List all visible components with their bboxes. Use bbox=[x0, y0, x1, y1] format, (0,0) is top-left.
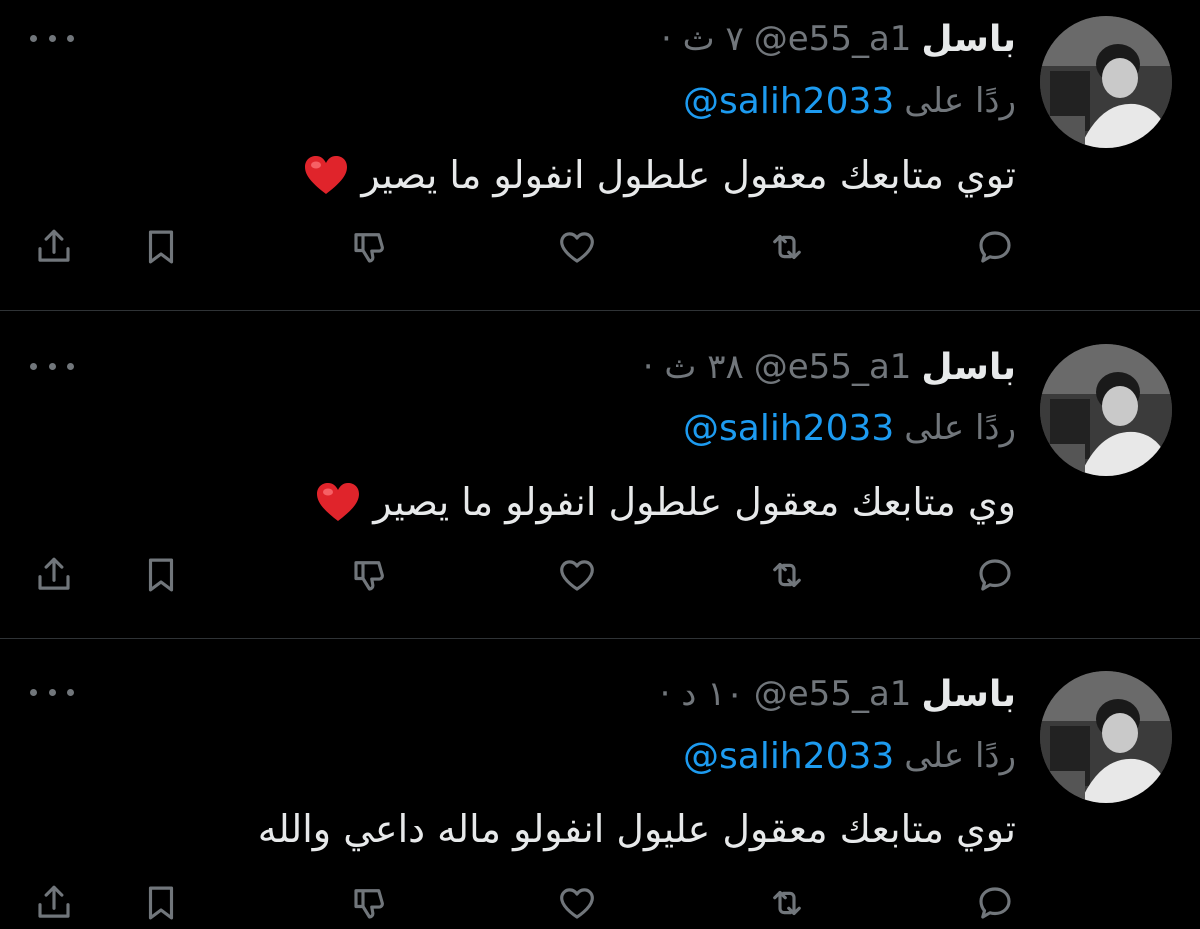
dislike-icon bbox=[354, 561, 384, 591]
tweet-text: وي متابعك معقول علطول انفولو ما يصير bbox=[373, 480, 1016, 524]
avatar-photo bbox=[1040, 671, 1172, 803]
reply-to-handle[interactable]: @salih2033 bbox=[683, 736, 894, 777]
bookmark-icon bbox=[148, 558, 174, 592]
more-options-button[interactable] bbox=[30, 682, 74, 702]
more-dot bbox=[30, 688, 37, 696]
display-name[interactable]: باسل bbox=[921, 674, 1016, 715]
timestamp[interactable]: · ٣٨ ث bbox=[643, 347, 744, 387]
timestamp[interactable]: · ١٠ د bbox=[660, 674, 744, 714]
reply-prefix: ردًا على bbox=[904, 736, 1016, 776]
reply-icon bbox=[979, 231, 1011, 263]
tweet[interactable]: باسل @e55_a1 · ٣٨ ث ردًا على @salih2033 … bbox=[0, 311, 1200, 638]
bookmark-button[interactable] bbox=[136, 222, 186, 272]
more-dot bbox=[67, 34, 74, 42]
avatar[interactable] bbox=[1040, 671, 1172, 803]
reply-to-handle[interactable]: @salih2033 bbox=[683, 81, 894, 122]
dislike-button[interactable] bbox=[345, 550, 395, 600]
tweet-text: توي متابعك معقول عليول انفولو ماله داعي … bbox=[257, 807, 1016, 851]
share-button[interactable] bbox=[29, 222, 79, 272]
reply-icon bbox=[979, 887, 1011, 919]
reply-button[interactable] bbox=[970, 550, 1020, 600]
avatar[interactable] bbox=[1040, 344, 1172, 476]
tweet-actions bbox=[0, 550, 1200, 600]
user-handle[interactable]: @e55_a1 bbox=[754, 674, 912, 714]
retweet-button[interactable] bbox=[762, 222, 812, 272]
bookmark-icon bbox=[148, 886, 174, 920]
dislike-icon bbox=[354, 889, 384, 919]
red-heart-emoji bbox=[305, 156, 348, 194]
dislike-button[interactable] bbox=[345, 222, 395, 272]
more-dot bbox=[48, 362, 56, 370]
like-button[interactable] bbox=[552, 878, 602, 928]
display-name[interactable]: باسل bbox=[921, 347, 1016, 388]
reply-prefix: ردًا على bbox=[904, 81, 1016, 121]
reply-to-handle[interactable]: @salih2033 bbox=[683, 408, 894, 449]
tweet-header: باسل @e55_a1 · ٧ ث bbox=[661, 16, 1016, 62]
more-dot bbox=[30, 34, 37, 42]
tweet-text: توي متابعك معقول علطول انفولو ما يصير bbox=[361, 153, 1016, 197]
share-icon bbox=[38, 885, 70, 918]
tweet-feed: باسل @e55_a1 · ٧ ث ردًا على @salih2033 ت… bbox=[0, 0, 1200, 929]
tweet-header: باسل @e55_a1 · ٣٨ ث bbox=[643, 344, 1016, 390]
tweet-body: توي متابعك معقول عليول انفولو ماله داعي … bbox=[258, 802, 1016, 856]
user-handle[interactable]: @e55_a1 bbox=[754, 347, 912, 387]
more-dot bbox=[67, 362, 74, 370]
like-icon bbox=[560, 560, 594, 591]
more-dot bbox=[67, 688, 74, 696]
bookmark-button[interactable] bbox=[136, 550, 186, 600]
tweet[interactable]: باسل @e55_a1 · ٧ ث ردًا على @salih2033 ت… bbox=[0, 0, 1200, 310]
like-button[interactable] bbox=[552, 222, 602, 272]
reply-context: ردًا على @salih2033 bbox=[683, 78, 1016, 124]
reply-icon bbox=[979, 559, 1011, 591]
retweet-icon bbox=[773, 890, 801, 916]
more-dot bbox=[48, 34, 56, 42]
red-heart-emoji bbox=[317, 483, 360, 521]
display-name[interactable]: باسل bbox=[921, 19, 1016, 60]
retweet-button[interactable] bbox=[762, 878, 812, 928]
share-icon bbox=[38, 557, 70, 590]
more-dot bbox=[30, 362, 37, 370]
avatar[interactable] bbox=[1040, 16, 1172, 148]
timestamp[interactable]: · ٧ ث bbox=[661, 19, 744, 59]
retweet-icon bbox=[773, 234, 801, 260]
reply-prefix: ردًا على bbox=[904, 408, 1016, 448]
bookmark-icon bbox=[148, 230, 174, 264]
dislike-icon bbox=[354, 233, 384, 263]
retweet-button[interactable] bbox=[762, 550, 812, 600]
share-icon bbox=[38, 229, 70, 262]
retweet-icon bbox=[773, 562, 801, 588]
more-options-button[interactable] bbox=[30, 28, 74, 48]
share-button[interactable] bbox=[29, 550, 79, 600]
like-icon bbox=[560, 232, 594, 263]
more-dot bbox=[48, 688, 56, 696]
reply-context: ردًا على @salih2033 bbox=[683, 405, 1016, 451]
tweet-body: وي متابعك معقول علطول انفولو ما يصير bbox=[315, 475, 1016, 529]
dislike-button[interactable] bbox=[345, 878, 395, 928]
share-button[interactable] bbox=[29, 878, 79, 928]
tweet-header: باسل @e55_a1 · ١٠ د bbox=[660, 671, 1016, 717]
bookmark-button[interactable] bbox=[136, 878, 186, 928]
avatar-photo bbox=[1040, 16, 1172, 148]
reply-button[interactable] bbox=[970, 222, 1020, 272]
user-handle[interactable]: @e55_a1 bbox=[754, 19, 912, 59]
tweet-actions bbox=[0, 222, 1200, 272]
more-options-button[interactable] bbox=[30, 356, 74, 376]
tweet-body: توي متابعك معقول علطول انفولو ما يصير bbox=[303, 148, 1016, 202]
avatar-photo bbox=[1040, 344, 1172, 476]
like-icon bbox=[560, 888, 594, 919]
reply-button[interactable] bbox=[970, 878, 1020, 928]
like-button[interactable] bbox=[552, 550, 602, 600]
tweet-actions bbox=[0, 878, 1200, 928]
reply-context: ردًا على @salih2033 bbox=[683, 733, 1016, 779]
tweet[interactable]: باسل @e55_a1 · ١٠ د ردًا على @salih2033 … bbox=[0, 639, 1200, 929]
